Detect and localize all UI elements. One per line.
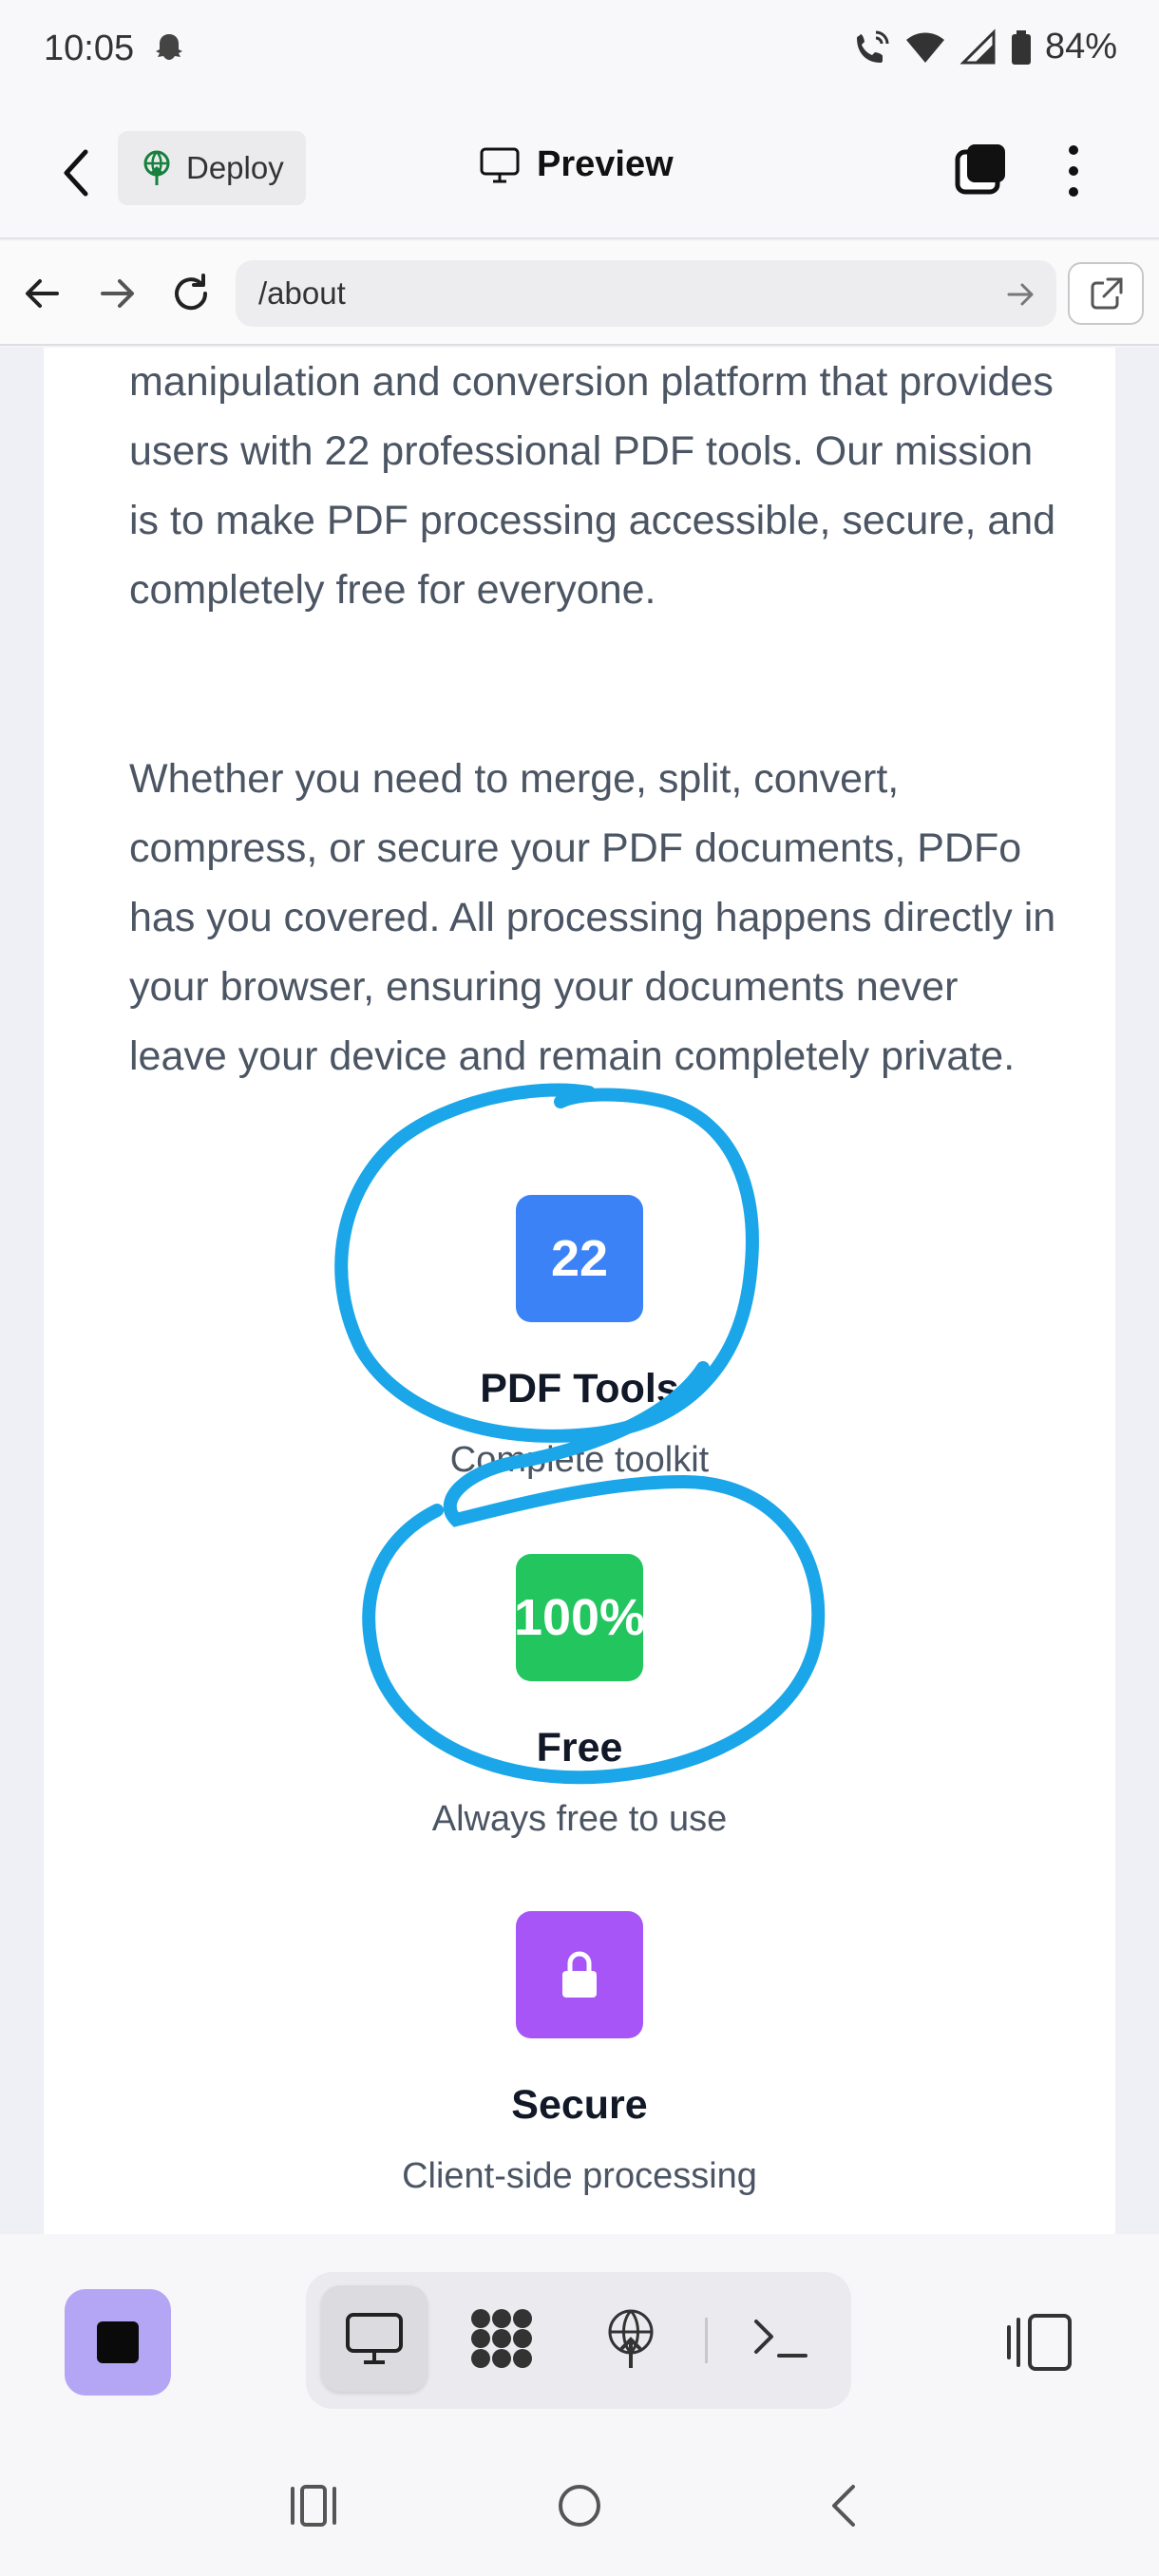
tabs-icon[interactable] bbox=[954, 142, 1007, 196]
battery-icon bbox=[1011, 29, 1031, 65]
stat-secure-subtitle: Client-side processing bbox=[402, 2156, 757, 2196]
system-nav-bar bbox=[0, 2434, 1159, 2576]
snapchat-ghost-icon bbox=[156, 34, 182, 60]
status-bar: 10:05 84% bbox=[0, 0, 1159, 103]
bottom-toolbar bbox=[0, 2234, 1159, 2439]
lock-icon bbox=[562, 1951, 597, 1998]
home-icon[interactable] bbox=[553, 2479, 606, 2532]
stat-free-title: Free bbox=[536, 1725, 623, 1771]
external-link-icon bbox=[1091, 277, 1123, 310]
tool-group bbox=[306, 2272, 851, 2409]
stop-button[interactable] bbox=[65, 2289, 171, 2396]
page-viewport: manipulation and conversion platform tha… bbox=[0, 348, 1159, 2234]
about-paragraph-1: manipulation and conversion platform tha… bbox=[129, 359, 1056, 613]
dots-icon bbox=[471, 2309, 532, 2368]
wifi-call-icon bbox=[856, 30, 889, 63]
open-external-button[interactable] bbox=[1068, 262, 1144, 325]
about-card: manipulation and conversion platform tha… bbox=[44, 348, 1115, 2234]
app-header: Deploy Preview bbox=[0, 103, 1159, 239]
go-arrow-icon[interactable] bbox=[1005, 279, 1036, 310]
deploy-icon bbox=[143, 150, 170, 185]
stat-secure-badge bbox=[516, 1911, 643, 2038]
tool-preview-button[interactable] bbox=[321, 2285, 428, 2392]
deploy-label: Deploy bbox=[186, 150, 284, 185]
status-icons: 84% bbox=[853, 27, 1117, 67]
stat-tools-badge: 22 bbox=[516, 1195, 643, 1322]
system-back-icon[interactable] bbox=[819, 2479, 872, 2532]
recent-apps-icon[interactable] bbox=[287, 2479, 340, 2532]
browser-forward-icon[interactable] bbox=[95, 272, 139, 315]
monitor-icon bbox=[480, 147, 520, 182]
stat-free-value: 100% bbox=[516, 1589, 643, 1646]
preview-title: Preview bbox=[480, 144, 674, 185]
stat-tools-title: PDF Tools bbox=[480, 1366, 679, 1411]
url-bar: /about bbox=[0, 241, 1159, 346]
terminal-icon bbox=[754, 2320, 808, 2358]
tool-components-button[interactable] bbox=[448, 2285, 555, 2392]
browser-back-icon[interactable] bbox=[21, 272, 65, 315]
battery-percent: 84% bbox=[1044, 27, 1117, 66]
tool-separator bbox=[705, 2318, 708, 2363]
signal-icon bbox=[960, 28, 996, 64]
stat-free-badge: 100% bbox=[516, 1554, 643, 1681]
tool-deploy-button[interactable] bbox=[578, 2285, 684, 2392]
stat-tools-subtitle: Complete toolkit bbox=[449, 1440, 710, 1480]
deploy-tool-icon bbox=[608, 2309, 654, 2368]
back-icon[interactable] bbox=[55, 144, 97, 201]
tool-terminal-button[interactable] bbox=[728, 2285, 834, 2392]
url-text: /about bbox=[258, 275, 346, 311]
stat-free-subtitle: Always free to use bbox=[431, 1799, 728, 1839]
about-paragraph-2: Whether you need to merge, split, conver… bbox=[129, 756, 1056, 1079]
stat-tools-value: 22 bbox=[550, 1230, 609, 1287]
preview-icon bbox=[346, 2313, 403, 2364]
stop-icon bbox=[97, 2321, 139, 2363]
preview-label: Preview bbox=[537, 144, 674, 184]
more-options-icon[interactable] bbox=[1054, 141, 1092, 201]
status-time: 10:05 bbox=[44, 28, 135, 68]
wifi-icon bbox=[905, 32, 944, 63]
stat-secure-title: Secure bbox=[511, 2082, 648, 2128]
panel-toggle-icon[interactable] bbox=[1005, 2312, 1074, 2373]
reload-icon[interactable] bbox=[169, 272, 213, 315]
deploy-button[interactable]: Deploy bbox=[118, 131, 306, 205]
url-input[interactable]: /about bbox=[236, 260, 1056, 327]
